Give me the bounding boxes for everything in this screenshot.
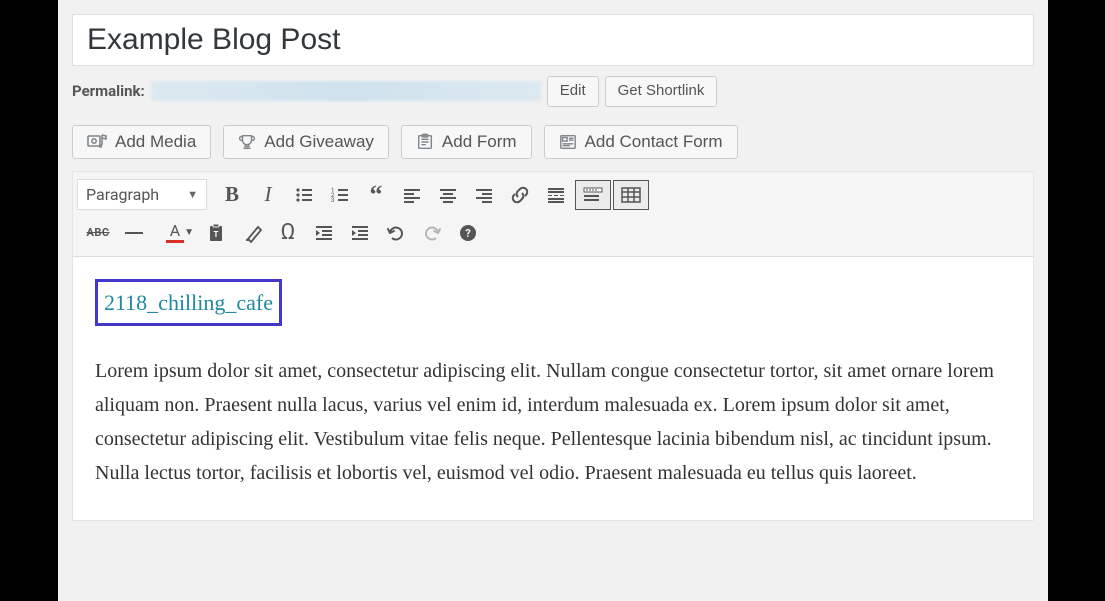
read-more-button[interactable] — [539, 178, 573, 212]
add-media-label: Add Media — [115, 132, 196, 152]
special-char-button[interactable]: Ω — [271, 216, 305, 250]
clear-formatting-button[interactable] — [235, 216, 269, 250]
text-color-button[interactable]: A▼ — [153, 216, 197, 250]
form-icon — [416, 133, 434, 151]
add-contact-form-label: Add Contact Form — [585, 132, 723, 152]
trophy-icon — [238, 133, 256, 151]
svg-text:T: T — [214, 230, 219, 239]
editor-panel: Permalink: Edit Get Shortlink Add Media — [58, 0, 1048, 601]
permalink-url-blurred — [151, 81, 541, 101]
add-form-label: Add Form — [442, 132, 517, 152]
undo-button[interactable] — [379, 216, 413, 250]
permalink-row: Permalink: Edit Get Shortlink — [72, 76, 1034, 107]
edit-permalink-button[interactable]: Edit — [547, 76, 599, 107]
align-left-button[interactable] — [395, 178, 429, 212]
editor-content-area[interactable]: 2118_chilling_cafe Lorem ipsum dolor sit… — [73, 257, 1033, 520]
camera-music-icon — [87, 132, 107, 152]
paste-text-button[interactable]: T — [199, 216, 233, 250]
format-select-value: Paragraph — [86, 185, 159, 204]
chevron-down-icon: ▼ — [187, 188, 198, 201]
add-contact-form-button[interactable]: Add Contact Form — [544, 125, 738, 159]
align-right-button[interactable] — [467, 178, 501, 212]
toolbar-toggle-button[interactable] — [575, 180, 611, 210]
contact-form-icon — [559, 133, 577, 151]
editor-toolbar: Paragraph ▼ B I 123 “ — [73, 172, 1033, 257]
bold-button[interactable]: B — [215, 178, 249, 212]
svg-text:?: ? — [465, 227, 471, 240]
help-button[interactable]: ? — [451, 216, 485, 250]
horizontal-rule-button[interactable] — [117, 216, 151, 250]
add-media-button[interactable]: Add Media — [72, 125, 211, 159]
link-button[interactable] — [503, 178, 537, 212]
strikethrough-button[interactable]: ABC — [81, 216, 115, 250]
toolbar-row-1: Paragraph ▼ B I 123 “ — [77, 176, 1029, 214]
add-giveaway-button[interactable]: Add Giveaway — [223, 125, 389, 159]
format-select[interactable]: Paragraph ▼ — [77, 179, 207, 210]
redo-button[interactable] — [415, 216, 449, 250]
add-giveaway-label: Add Giveaway — [264, 132, 374, 152]
blockquote-button[interactable]: “ — [359, 178, 393, 212]
table-button[interactable] — [613, 180, 649, 210]
add-form-button[interactable]: Add Form — [401, 125, 532, 159]
outdent-button[interactable] — [307, 216, 341, 250]
italic-button[interactable]: I — [251, 178, 285, 212]
get-shortlink-button[interactable]: Get Shortlink — [605, 76, 718, 107]
toolbar-row-2: ABC A▼ T Ω — [77, 214, 1029, 252]
bullet-list-button[interactable] — [287, 178, 321, 212]
svg-text:3: 3 — [331, 197, 334, 204]
body-paragraph[interactable]: Lorem ipsum dolor sit amet, consectetur … — [95, 354, 1011, 490]
permalink-label: Permalink: — [72, 82, 145, 100]
shortcode-text[interactable]: 2118_chilling_cafe — [95, 279, 282, 326]
numbered-list-button[interactable]: 123 — [323, 178, 357, 212]
media-buttons-row: Add Media Add Giveaway Add Form — [72, 125, 1034, 159]
tinymce-editor: Paragraph ▼ B I 123 “ — [72, 171, 1034, 521]
indent-button[interactable] — [343, 216, 377, 250]
post-title-input[interactable] — [72, 14, 1034, 66]
align-center-button[interactable] — [431, 178, 465, 212]
